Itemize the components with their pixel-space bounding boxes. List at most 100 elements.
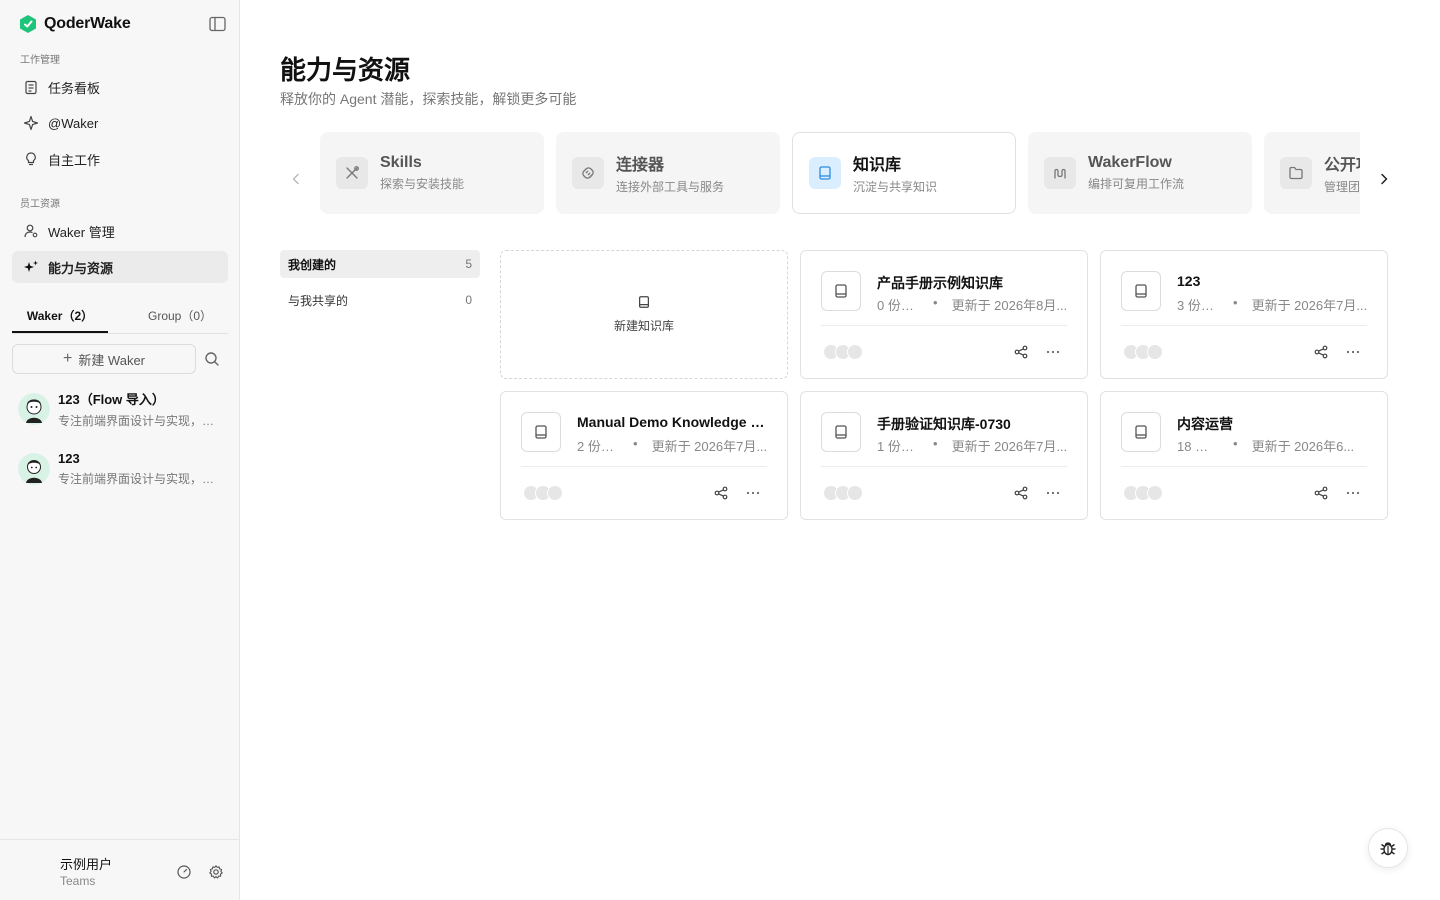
dot-separator: • xyxy=(1233,436,1238,451)
category-title: Skills xyxy=(380,154,422,171)
new-knowledge-base-label: 新建知识库 xyxy=(613,319,674,333)
share-icon[interactable] xyxy=(713,485,729,501)
category-subtitle: 连接外部工具与服务 xyxy=(616,180,725,194)
kb-updated: 更新于 2026年7月... xyxy=(1251,298,1368,313)
member-avatars xyxy=(823,485,867,501)
kb-name: 产品手册示例知识库 xyxy=(877,275,1003,291)
category-icon-wrap xyxy=(572,157,604,189)
sidebar-item-label: 自主工作 xyxy=(48,152,101,168)
knowledge-base-card[interactable]: Manual Demo Knowledge Base 2 份文档 • 更新于 202… xyxy=(500,391,788,520)
section-label-staff: 员工资源 xyxy=(20,199,60,210)
divider xyxy=(1121,466,1367,467)
flow-icon xyxy=(1054,168,1066,179)
waker-name: 123（Flow 导入） xyxy=(58,392,165,407)
filter-created-by-me[interactable]: 我创建的 5 xyxy=(280,250,480,278)
more-icon[interactable] xyxy=(1345,485,1361,501)
dot-separator: • xyxy=(933,295,938,310)
knowledge-base-card[interactable]: 123 3 份文档 • 更新于 2026年7月... xyxy=(1100,250,1388,379)
gauge-icon[interactable] xyxy=(176,864,192,880)
category-subtitle: 探索与安装技能 xyxy=(380,177,465,191)
waker-list-item[interactable]: 123 专注前端界面设计与实现，擅长... xyxy=(12,443,228,495)
kb-name: Manual Demo Knowledge Base xyxy=(577,414,773,430)
category-icon-wrap xyxy=(1044,157,1076,189)
clipboard-icon xyxy=(25,80,37,95)
sidebar-item-label: 能力与资源 xyxy=(48,260,114,276)
book-icon xyxy=(819,166,831,180)
lightbulb-icon xyxy=(26,152,36,166)
member-avatars xyxy=(523,485,567,501)
category-carousel: Skills 探索与安装技能 连接器 连接外部工具与服务 知识库 沉淀与共享知识… xyxy=(320,132,1360,214)
chevron-left-icon[interactable] xyxy=(288,171,304,187)
share-icon[interactable] xyxy=(1313,344,1329,360)
user-name[interactable]: 示例用户 xyxy=(60,854,112,873)
waker-group-tabs: Waker（2） Group（0） xyxy=(12,300,228,334)
kb-updated: 更新于 2026年8月... xyxy=(951,298,1068,313)
avatar xyxy=(18,393,50,425)
share-icon[interactable] xyxy=(1313,485,1329,501)
folder-icon xyxy=(1289,166,1303,180)
category-subtitle: 编排可复用工作流 xyxy=(1088,177,1185,191)
search-icon[interactable] xyxy=(203,350,221,368)
sidebar-item-autonomous-work[interactable]: 自主工作 xyxy=(12,143,228,175)
brand[interactable]: QoderWake xyxy=(18,13,131,35)
kb-name: 手册验证知识库-0730 xyxy=(877,416,1011,432)
divider xyxy=(821,466,1067,467)
sidebar-item-label: @Waker xyxy=(48,115,99,131)
more-icon[interactable] xyxy=(1045,485,1061,501)
user-gear-icon xyxy=(24,224,38,238)
dot-separator: • xyxy=(633,436,638,451)
tools-icon xyxy=(346,166,359,179)
more-icon[interactable] xyxy=(1045,344,1061,360)
knowledge-base-card[interactable]: 手册验证知识库-0730 1 份文档 • 更新于 2026年7月... xyxy=(800,391,1088,520)
sidebar-item-label: Waker 管理 xyxy=(48,224,115,240)
kb-updated: 更新于 2026年7月... xyxy=(651,439,768,454)
gear-icon[interactable] xyxy=(208,864,224,880)
chevron-right-icon[interactable] xyxy=(1376,171,1392,187)
filter-label: 我创建的 xyxy=(288,257,337,272)
category-card-skills[interactable]: Skills 探索与安装技能 xyxy=(320,132,544,214)
sidebar-toggle-icon[interactable] xyxy=(209,16,226,32)
tab-waker[interactable]: Waker（2） xyxy=(12,300,108,333)
waker-list-item[interactable]: 123（Flow 导入） 专注前端界面设计与实现，擅长... xyxy=(12,383,228,435)
category-icon-wrap xyxy=(336,157,368,189)
kb-icon-wrap xyxy=(1121,271,1161,311)
sidebar-item-capabilities[interactable]: 能力与资源 xyxy=(12,251,228,283)
new-knowledge-base-button[interactable]: 新建知识库 xyxy=(500,250,788,379)
kb-doc-count: 0 份文档 xyxy=(877,298,919,313)
knowledge-base-card[interactable]: 内容运营 18 份文档 • 更新于 2026年6... xyxy=(1100,391,1388,520)
dot-separator: • xyxy=(933,436,938,451)
kb-icon-wrap xyxy=(821,412,861,452)
tab-group[interactable]: Group（0） xyxy=(132,300,228,333)
category-card-wakerflow[interactable]: WakerFlow 编排可复用工作流 xyxy=(1028,132,1252,214)
debug-button[interactable] xyxy=(1368,828,1408,868)
kb-updated: 更新于 2026年7月... xyxy=(951,439,1068,454)
kb-name: 123 xyxy=(1177,273,1201,289)
filter-shared-with-me[interactable]: 与我共享的 0 xyxy=(280,286,480,314)
book-icon xyxy=(639,296,649,308)
kb-updated: 更新于 2026年6... xyxy=(1251,439,1355,454)
new-waker-button[interactable]: + 新建 Waker xyxy=(12,344,196,374)
kb-icon-wrap xyxy=(521,412,561,452)
more-icon[interactable] xyxy=(745,485,761,501)
category-card-public-projects[interactable]: 公开项目 管理团队项目 xyxy=(1264,132,1360,214)
share-icon[interactable] xyxy=(1013,344,1029,360)
page-title: 能力与资源 xyxy=(280,55,411,85)
category-card-knowledge-base[interactable]: 知识库 沉淀与共享知识 xyxy=(792,132,1016,214)
connector-icon xyxy=(582,167,594,179)
member-avatars xyxy=(1123,485,1167,501)
sidebar-item-task-board[interactable]: 任务看板 xyxy=(12,71,228,103)
share-icon[interactable] xyxy=(1013,485,1029,501)
user-team: Teams xyxy=(60,874,96,888)
knowledge-base-card[interactable]: 产品手册示例知识库 0 份文档 • 更新于 2026年8月... xyxy=(800,250,1088,379)
filter-label: 与我共享的 xyxy=(288,293,349,308)
kb-doc-count: 18 份文档 xyxy=(1177,439,1219,454)
divider xyxy=(521,466,767,467)
member-avatars xyxy=(823,344,867,360)
category-title: 连接器 xyxy=(616,157,665,174)
more-icon[interactable] xyxy=(1345,344,1361,360)
category-card-connectors[interactable]: 连接器 连接外部工具与服务 xyxy=(556,132,780,214)
sidebar-item-at-waker[interactable]: @Waker xyxy=(12,107,228,139)
sidebar-item-waker-management[interactable]: Waker 管理 xyxy=(12,215,228,247)
category-subtitle: 沉淀与共享知识 xyxy=(853,180,938,194)
sparkle-outline-icon xyxy=(23,115,39,131)
